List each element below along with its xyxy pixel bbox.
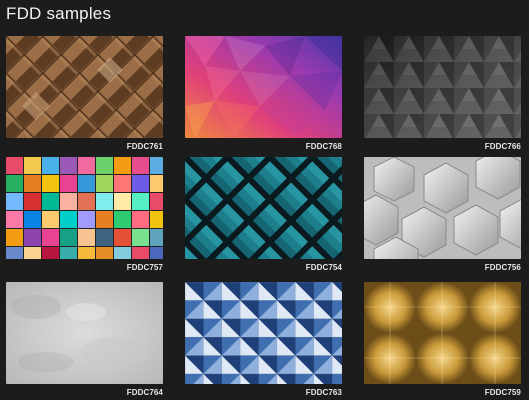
sample-tile-fddc754[interactable]: FDDC754 (185, 157, 342, 272)
grey-concrete-texture-icon[interactable] (6, 282, 163, 384)
sample-code[interactable]: FDDC756 (364, 263, 521, 272)
sample-tile-fddc766[interactable]: FDDC766 (364, 36, 521, 151)
brushed-gold-texture-icon[interactable] (364, 282, 521, 384)
page-title: FDD samples (6, 4, 112, 23)
sample-code[interactable]: FDDC761 (6, 142, 163, 151)
colorful-cubes-texture-icon[interactable] (6, 157, 163, 259)
teal-quilted-diamonds-texture-icon[interactable] (185, 157, 342, 259)
sample-code[interactable]: FDDC754 (185, 263, 342, 272)
sample-code[interactable]: FDDC764 (6, 388, 163, 397)
sample-tile-fddc761[interactable]: FDDC761 (6, 36, 163, 151)
sample-tile-fddc768[interactable]: FDDC768 (185, 36, 342, 151)
sample-tile-fddc764[interactable]: FDDC764 (6, 282, 163, 397)
sample-tile-fddc763[interactable]: FDDC763 (185, 282, 342, 397)
sample-code[interactable]: FDDC766 (364, 142, 521, 151)
sample-tile-fddc757[interactable]: FDDC757 (6, 157, 163, 272)
wood-blocks-texture-icon[interactable] (6, 36, 163, 138)
sample-code[interactable]: FDDC757 (6, 263, 163, 272)
blue-pyramids-texture-icon[interactable] (185, 282, 342, 384)
sample-code[interactable]: FDDC763 (185, 388, 342, 397)
silver-hexagons-texture-icon[interactable] (364, 157, 521, 259)
sample-code[interactable]: FDDC768 (185, 142, 342, 151)
sample-tile-fddc759[interactable]: FDDC759 (364, 282, 521, 397)
pink-purple-low-poly-texture-icon[interactable] (185, 36, 342, 138)
sample-tile-fddc756[interactable]: FDDC756 (364, 157, 521, 272)
dark-triangles-texture-icon[interactable] (364, 36, 521, 138)
sample-code[interactable]: FDDC759 (364, 388, 521, 397)
